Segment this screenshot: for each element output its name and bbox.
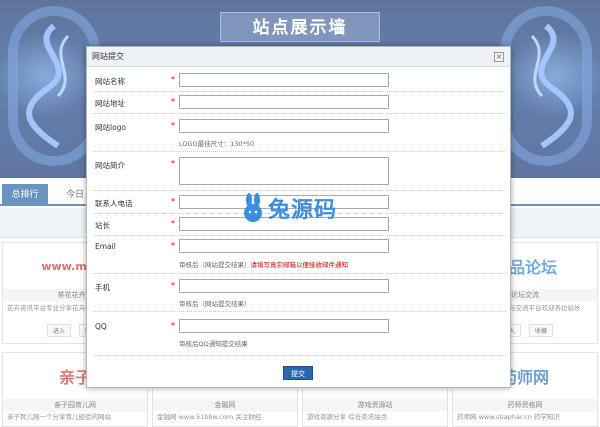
required-mark: *: [171, 75, 175, 84]
watermark: 兔源码: [240, 192, 337, 224]
required-mark: *: [171, 219, 175, 228]
required-mark: *: [171, 121, 175, 130]
mobile-note: 审核后（网站提交结果）: [179, 300, 251, 308]
email-note: 审核后（网站提交结果）请填写真实邮箱以便接收邮件通知: [179, 261, 348, 269]
logo-size-note: LOGO最佳尺寸：130*50: [179, 140, 255, 148]
dialog-title: 网站提交: [92, 52, 124, 61]
field-label: Email: [95, 242, 116, 251]
field-label: 网站名称: [95, 77, 125, 86]
site-intro-textarea[interactable]: [179, 157, 389, 185]
mobile-input[interactable]: [179, 279, 389, 293]
field-label: 网站地址: [95, 99, 125, 108]
watermark-text: 兔源码: [268, 198, 338, 223]
email-input[interactable]: [179, 239, 389, 253]
required-mark: *: [171, 241, 175, 250]
field-label: 手机: [95, 283, 110, 292]
required-mark: *: [171, 321, 175, 330]
required-mark: *: [171, 159, 175, 168]
field-label: 网站logo: [95, 123, 127, 132]
field-label: 网站简介: [95, 161, 125, 170]
close-icon[interactable]: ×: [494, 52, 504, 62]
required-mark: *: [171, 281, 175, 290]
site-logo-input[interactable]: [179, 119, 389, 133]
qq-note: 审核后QQ通知提交结果: [179, 340, 248, 348]
required-mark: *: [171, 197, 175, 206]
field-label: QQ: [95, 322, 107, 331]
rabbit-icon: [244, 193, 262, 222]
field-label: 联系人电话: [95, 199, 133, 208]
dialog-header: 网站提交 ×: [87, 47, 510, 67]
site-url-input[interactable]: [179, 95, 389, 109]
field-label: 站长: [95, 221, 110, 230]
required-mark: *: [171, 97, 175, 106]
qq-input[interactable]: [179, 319, 389, 333]
site-name-input[interactable]: [179, 73, 389, 87]
submit-button[interactable]: 提交: [283, 366, 313, 380]
